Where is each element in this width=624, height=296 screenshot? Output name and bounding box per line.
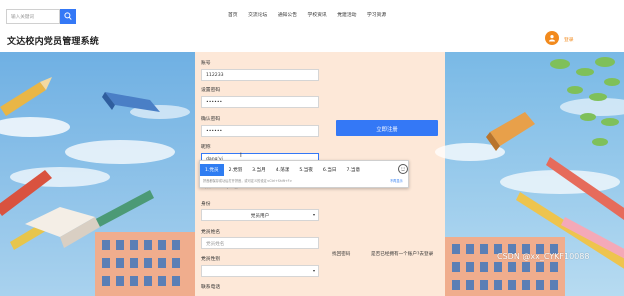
ime-candidate[interactable]: 7.当意 (341, 164, 365, 176)
nav-notice[interactable]: 通知公告 (278, 11, 297, 18)
ime-candidate[interactable]: 6.当日 (318, 164, 342, 176)
account-label: 账号 (201, 61, 211, 66)
nav-home[interactable]: 首页 (228, 11, 238, 18)
text-cursor-icon: I (240, 152, 242, 159)
password-label: 设置密码 (201, 88, 221, 93)
nav-news[interactable]: 学校资讯 (308, 11, 327, 18)
search-icon (64, 12, 72, 20)
csdn-watermark: CSDN @xx_CYKF10088 (497, 252, 590, 261)
emoji-icon[interactable] (398, 164, 408, 174)
ime-candidate[interactable]: 4.荡漾 (271, 164, 295, 176)
member-name-label: 党员姓名 (201, 230, 221, 235)
nav-activity[interactable]: 党建活动 (337, 11, 356, 18)
identity-select-value: 党员用户 (250, 214, 270, 219)
ime-candidate[interactable]: 5.当夜 (294, 164, 318, 176)
nav-resources[interactable]: 学习资源 (367, 11, 386, 18)
login-link[interactable]: 登录 (564, 36, 574, 43)
ime-candidate[interactable]: 2.党羽 (224, 164, 248, 176)
user-icon[interactable] (545, 31, 559, 45)
chevron-down-icon: ▾ (312, 268, 315, 273)
register-button[interactable]: 立即注册 (336, 120, 438, 136)
recover-password-link[interactable]: 找回密码 (332, 251, 350, 257)
member-gender-select[interactable]: ▾ (201, 265, 319, 277)
confirm-password-label: 确认密码 (201, 117, 221, 122)
top-nav: 首页 交流论坛 通知公告 学校资讯 党建活动 学习资源 (228, 11, 397, 18)
identity-label: 身份 (201, 202, 211, 207)
member-gender-label: 党员性别 (201, 257, 221, 262)
identity-select[interactable]: 党员用户 ▾ (201, 209, 319, 221)
search-input[interactable]: 输入关键词 (6, 9, 60, 24)
nav-forum[interactable]: 交流论坛 (248, 11, 267, 18)
chevron-down-icon: ▾ (312, 212, 315, 217)
ime-dismiss-link[interactable]: 不再显示 (390, 178, 403, 183)
go-login-link[interactable]: 是否已经拥有一个账户?去登录 (371, 251, 433, 257)
ime-candidate[interactable]: 3.当月 (247, 164, 271, 176)
site-title: 文达校内党员管理系统 (7, 37, 100, 47)
member-name-input[interactable]: 党员姓名 (201, 237, 319, 249)
nickname-label: 昵称 (201, 145, 211, 150)
confirm-password-input[interactable]: •••••• (201, 125, 319, 137)
ime-hint-text: 拼音都保存成功后打开拼音，或可定义的设定<Ctrl+Shift+F> (203, 179, 293, 183)
password-input[interactable]: •••••• (201, 96, 319, 108)
search-button[interactable] (60, 9, 76, 24)
ime-candidate[interactable]: 1.党员 (200, 164, 224, 176)
contact-phone-label: 联系电话 (201, 285, 221, 290)
ime-candidate-list: 1.党员 2.党羽 3.当月 4.荡漾 5.当夜 6.当日 7.当意 (200, 164, 365, 176)
account-input[interactable]: 112233 (201, 69, 319, 81)
ime-candidate-window: 1.党员 2.党羽 3.当月 4.荡漾 5.当夜 6.当日 7.当意 拼音都保存… (199, 160, 409, 188)
